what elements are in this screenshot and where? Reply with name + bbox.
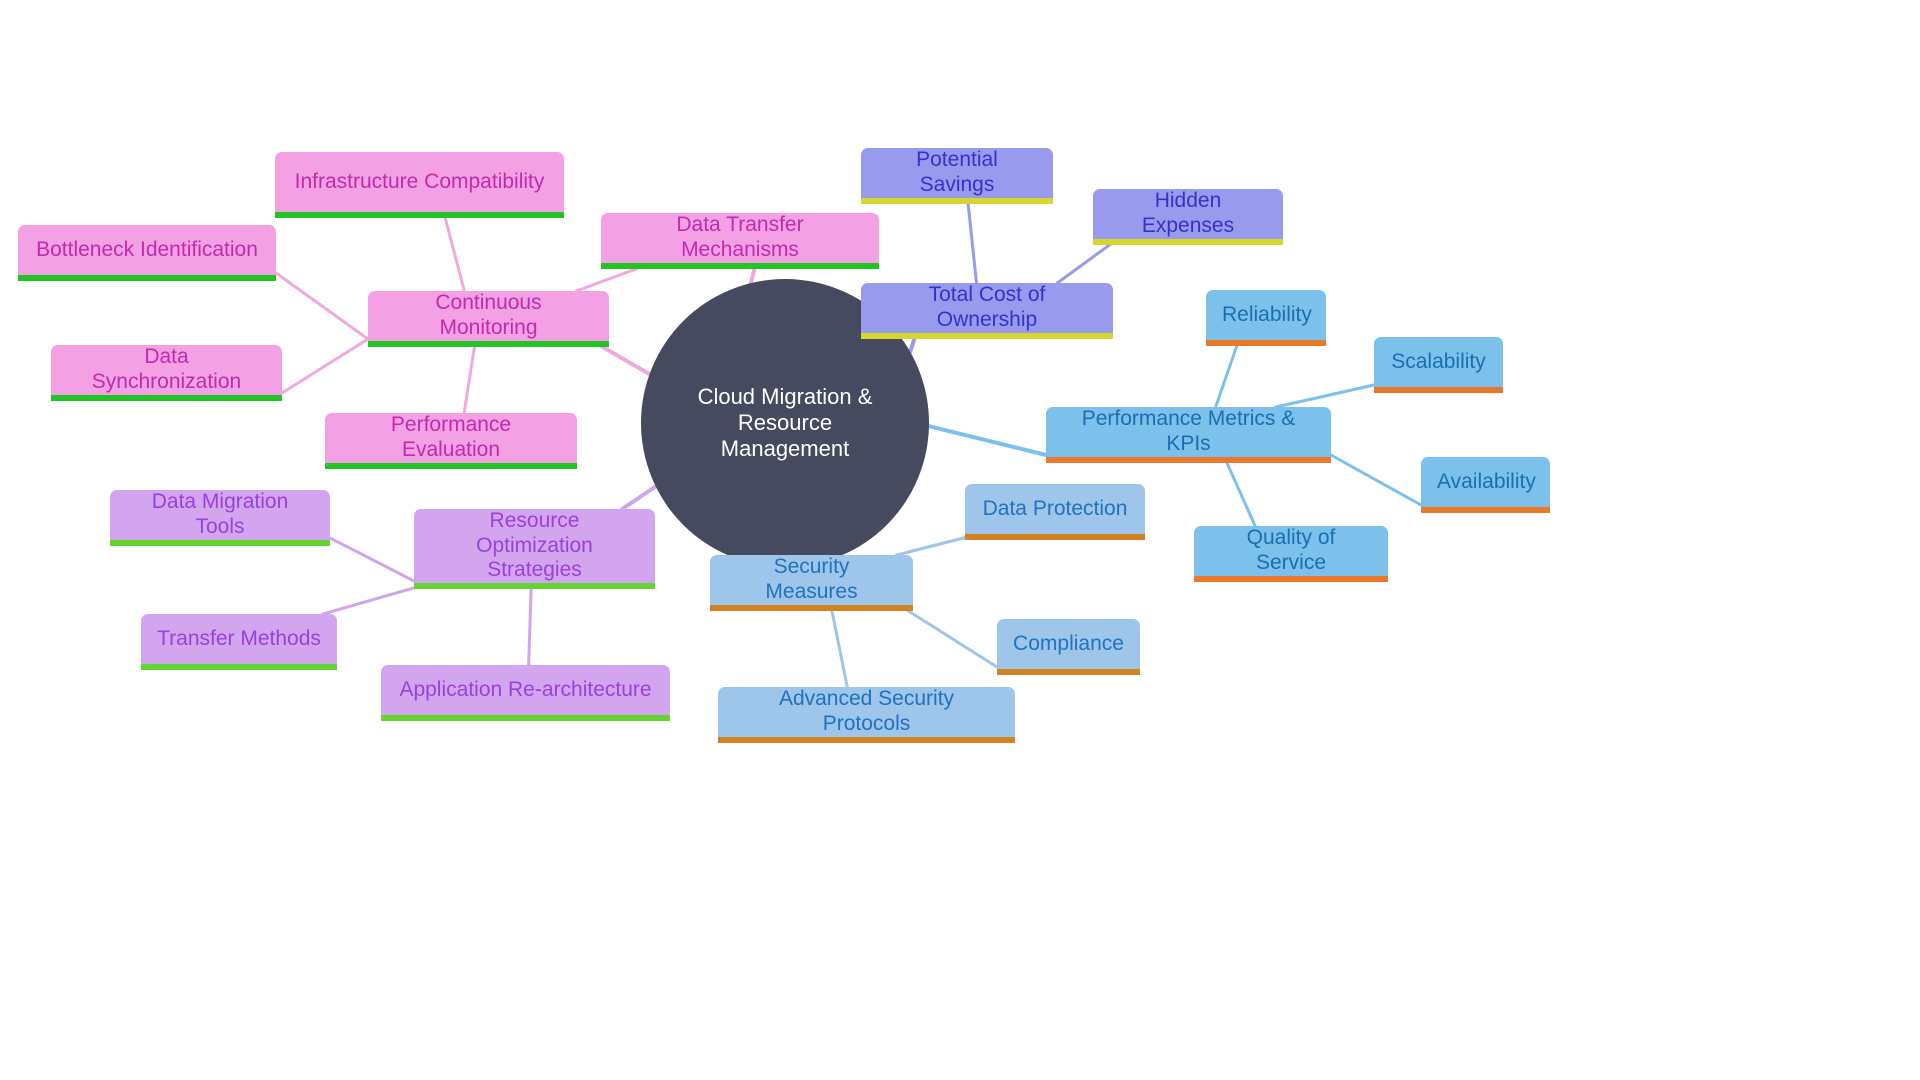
mindmap-edge <box>1214 338 1241 409</box>
mindmap-edge <box>897 603 999 669</box>
node-label: Quality of Service <box>1246 526 1336 574</box>
mindmap-node[interactable]: Continuous Monitoring <box>368 291 609 347</box>
node-label: Total Cost of Ownership <box>928 283 1046 331</box>
mindmap-node[interactable]: Resource Optimization Strategies <box>414 508 655 589</box>
mindmap-edge <box>926 424 1048 457</box>
mindmap-edge <box>280 337 370 395</box>
mindmap-edge <box>1055 237 1120 285</box>
mindmap-node[interactable]: Quality of Service <box>1194 526 1388 582</box>
node-label: Application Re-architecture <box>399 677 652 701</box>
mindmap-node[interactable]: Performance Metrics & KPIs <box>1046 407 1331 463</box>
mindmap-node[interactable]: Data Protection <box>965 484 1145 540</box>
mindmap-edge <box>966 196 978 285</box>
node-label: Transfer Methods <box>157 626 321 650</box>
node-label: Reliability <box>1222 302 1312 326</box>
node-label: Security Measures <box>765 555 858 603</box>
node-label: Data Synchronization <box>91 345 242 393</box>
node-label: Performance Evaluation <box>390 413 512 461</box>
mindmap-node[interactable]: Application Re-architecture <box>381 665 670 721</box>
node-label: Advanced Security Protocols <box>778 687 955 735</box>
mindmap-node[interactable]: Transfer Methods <box>141 614 337 670</box>
mindmap-edge <box>620 484 658 511</box>
mindmap-node[interactable]: Advanced Security Protocols <box>718 687 1015 743</box>
mindmap-edge <box>829 603 849 689</box>
node-label: Continuous Monitoring <box>435 291 542 339</box>
node-label: Resource Optimization Strategies <box>476 508 593 582</box>
node-label: Hidden Expenses <box>1141 189 1235 237</box>
mindmap-edge <box>1274 383 1376 409</box>
mindmap-node[interactable]: Compliance <box>997 619 1140 675</box>
mindmap-node[interactable]: Performance Evaluation <box>325 413 577 469</box>
mindmap-node[interactable]: Infrastructure Compatibility <box>275 152 564 218</box>
mindmap-node[interactable]: Security Measures <box>710 555 913 611</box>
node-label: Data Protection <box>982 496 1128 520</box>
mindmap-edge <box>274 271 370 341</box>
mindmap-edge <box>442 210 466 293</box>
node-label: Data Transfer Mechanisms <box>676 213 804 261</box>
mindmap-edge <box>1222 455 1257 528</box>
mindmap-node[interactable]: Hidden Expenses <box>1093 189 1283 245</box>
mindmap-node[interactable]: Total Cost of Ownership <box>861 283 1113 339</box>
node-label: Potential Savings <box>916 148 998 196</box>
node-label: Bottleneck Identification <box>36 237 258 261</box>
node-label: Infrastructure Compatibility <box>294 169 545 193</box>
mindmap-edge <box>328 536 416 583</box>
mindmap-edge <box>527 581 533 667</box>
mindmap-edge <box>1329 453 1423 507</box>
mindmap-node[interactable]: Data Migration Tools <box>110 490 330 546</box>
mindmap-node[interactable]: Availability <box>1421 457 1550 513</box>
mindmap-node[interactable]: Potential Savings <box>861 148 1053 204</box>
mindmap-edge <box>462 339 477 415</box>
mindmap-node[interactable]: Scalability <box>1374 337 1503 393</box>
mindmap-node[interactable]: Data Synchronization <box>51 345 282 401</box>
mindmap-node[interactable]: Reliability <box>1206 290 1326 346</box>
mindmap-node[interactable]: Bottleneck Identification <box>18 225 276 281</box>
node-label: Performance Metrics & KPIs <box>1081 407 1296 455</box>
node-label: Scalability <box>1391 349 1486 373</box>
node-label: Availability <box>1437 469 1536 493</box>
node-label: Cloud Migration & Resource Management <box>697 384 873 461</box>
mindmap-canvas: Cloud Migration & Resource Management Con… <box>0 0 1920 1080</box>
mindmap-node[interactable]: Data Transfer Mechanisms <box>601 213 879 269</box>
node-label: Compliance <box>1013 631 1124 655</box>
node-label: Data Migration Tools <box>151 490 289 538</box>
